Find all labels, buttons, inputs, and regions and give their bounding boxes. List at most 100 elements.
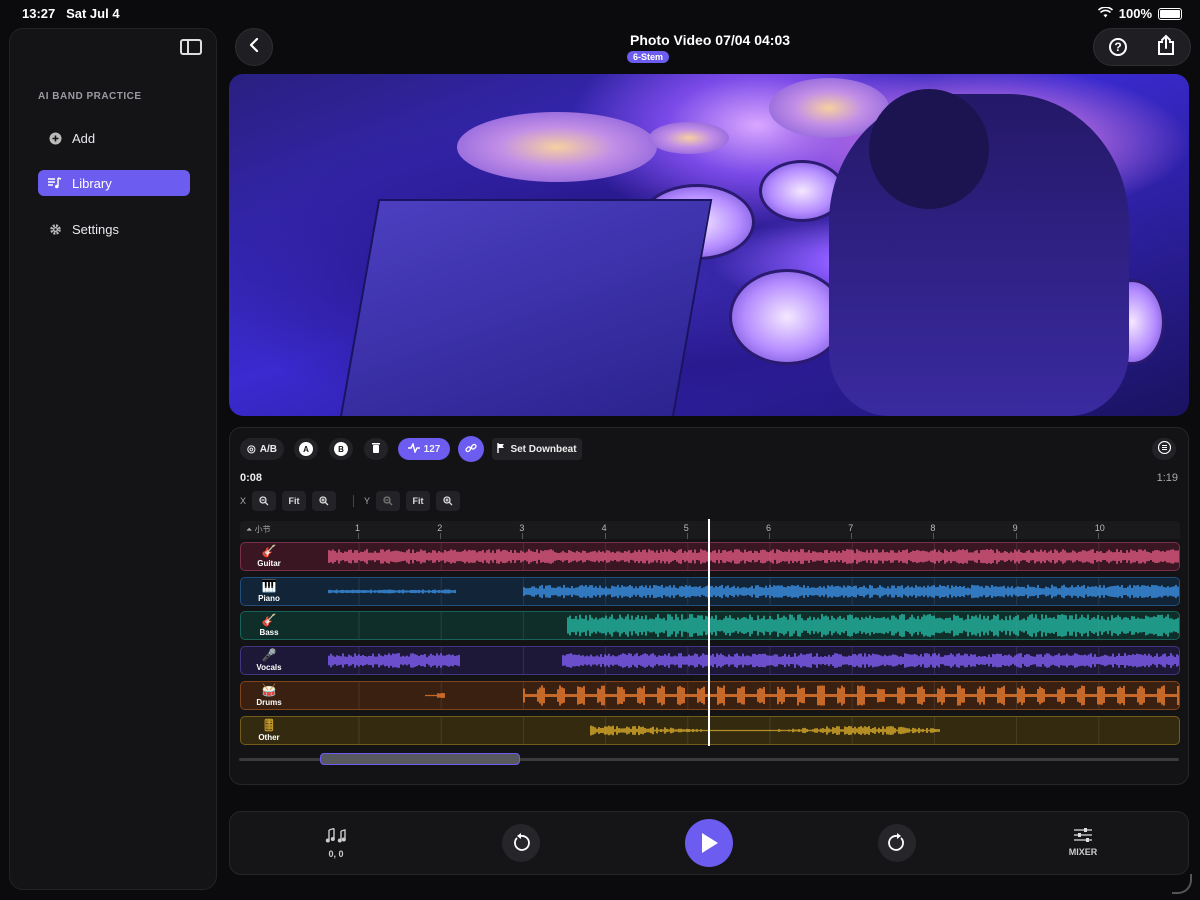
bar-tick [604,533,606,539]
sidebar-item-label: Add [72,130,96,146]
zoom-in-icon [443,496,453,506]
x-zoom-controls: X Fit [240,491,337,511]
date: Sat Jul 4 [66,6,120,21]
bar-ruler[interactable]: ⏶ 小节 1 2 3 4 5 6 7 8 9 10 [240,521,1180,539]
x-fit-button[interactable]: Fit [282,491,307,511]
status-bar-time: 13:27 Sat Jul 4 [22,6,120,21]
track-name: Vocals [256,663,282,673]
sliders-icon [1074,828,1092,844]
share-icon [1157,34,1175,61]
bar-tick [358,533,359,539]
help-icon: ? [1109,38,1127,56]
bar-number: 8 [930,523,936,533]
track-name: Bass [259,628,279,638]
status-bar-right: 100% [1097,6,1182,21]
divider [353,495,354,507]
x-zoom-out-button[interactable] [252,491,277,511]
track-other[interactable]: 🎚 Other [240,715,1180,745]
sidebar-heading: AI BAND PRACTICE [38,91,142,102]
track-piano[interactable]: 🎹 Piano [240,576,1180,606]
track-label[interactable]: 🎤 Vocals [241,647,297,674]
track-waveform [358,681,1179,709]
header-actions: ? [1093,28,1191,66]
resize-corner [1172,874,1192,894]
marker-b-label: B [334,442,348,456]
track-vocals[interactable]: 🎤 Vocals [240,646,1180,676]
y-fit-button[interactable]: Fit [406,491,431,511]
set-downbeat-label: Set Downbeat [510,443,577,455]
bpm-value: 127 [423,443,441,455]
sidebar-item-add[interactable]: Add [38,125,190,151]
bpm-button[interactable]: 127 [398,438,450,460]
track-instrument-icon: 🎤 [261,648,277,663]
back-button[interactable] [235,28,273,66]
bar-tick [1097,533,1099,539]
track-name: Piano [258,593,280,603]
rewind-circle [502,824,540,862]
bar-number: 9 [1012,523,1018,533]
music-list-icon [48,176,62,190]
bar-number: 10 [1094,523,1105,533]
timeline-scroll-thumb[interactable] [320,753,520,765]
bar-tick [851,533,853,539]
mixer-button[interactable]: MIXER [1065,828,1101,857]
share-button[interactable] [1154,34,1178,61]
forward-icon [888,833,904,851]
track-label[interactable]: 🎚 Other [241,717,297,744]
track-waveform [358,612,1179,640]
y-zoom-in-button[interactable] [436,491,461,511]
track-waveform [328,577,1179,605]
sidebar-item-settings[interactable]: Settings [38,216,190,242]
list-menu-button[interactable] [1152,438,1176,460]
link-button[interactable] [458,436,484,462]
play-button[interactable] [685,819,733,867]
link-icon [465,442,477,457]
track-guitar[interactable]: 🎸 Guitar [240,542,1180,571]
track-label[interactable]: 🎹 Piano [241,578,297,605]
ruler-label: ⏶ 小节 [246,524,271,535]
track-label[interactable]: 🎸 Guitar [241,543,297,570]
track-drums[interactable]: 🥁 Drums [240,680,1180,710]
help-button[interactable]: ? [1106,35,1130,59]
chevron-left-icon [248,36,260,59]
zoom-in-icon [319,496,329,506]
track-bass[interactable]: 🎸 Bass [240,611,1180,641]
bar-tick [686,533,688,539]
track-instrument-icon: 🎹 [261,578,277,593]
marker-b-button[interactable]: B [329,438,353,460]
sidebar-item-library[interactable]: Library [38,170,190,196]
track-name: Drums [256,697,282,707]
track-instrument-icon: 🎸 [261,544,277,558]
x-zoom-in-button[interactable] [312,491,337,511]
sidebar-toggle-icon[interactable] [180,39,202,55]
wifi-icon [1097,6,1113,21]
track-instrument-icon: 🎚 [261,717,277,732]
ab-loop-button[interactable]: ◎ A/B [240,438,284,460]
forward-button[interactable] [878,824,916,862]
bar-number: 4 [601,523,607,533]
playhead[interactable] [708,519,710,746]
notes-button[interactable]: 0, 0 [316,827,356,859]
track-label[interactable]: 🥁 Drums [241,682,297,709]
clock: 13:27 [22,6,56,21]
y-axis-label: Y [364,496,371,506]
y-zoom-out-button[interactable] [376,491,401,511]
rewind-button[interactable] [502,824,540,862]
track-name: Guitar [257,559,281,568]
sidebar-item-label: Settings [72,221,119,237]
pulse-icon [407,441,420,456]
bar-tick [440,533,442,539]
track-waveform [358,716,1100,744]
set-downbeat-button[interactable]: Set Downbeat [492,438,582,460]
video-player[interactable] [229,74,1189,416]
marker-a-button[interactable]: A [294,438,318,460]
track-label[interactable]: 🎸 Bass [241,612,297,639]
bar-number: 1 [355,523,361,533]
stem-badge: 6-Stem [627,51,670,63]
flag-icon [497,442,505,456]
sidebar: AI BAND PRACTICE Add Library Settings [9,28,217,890]
play-icon [702,833,718,853]
bar-number: 2 [437,523,443,533]
delete-markers-button[interactable] [364,438,388,460]
marker-a-label: A [299,442,313,456]
